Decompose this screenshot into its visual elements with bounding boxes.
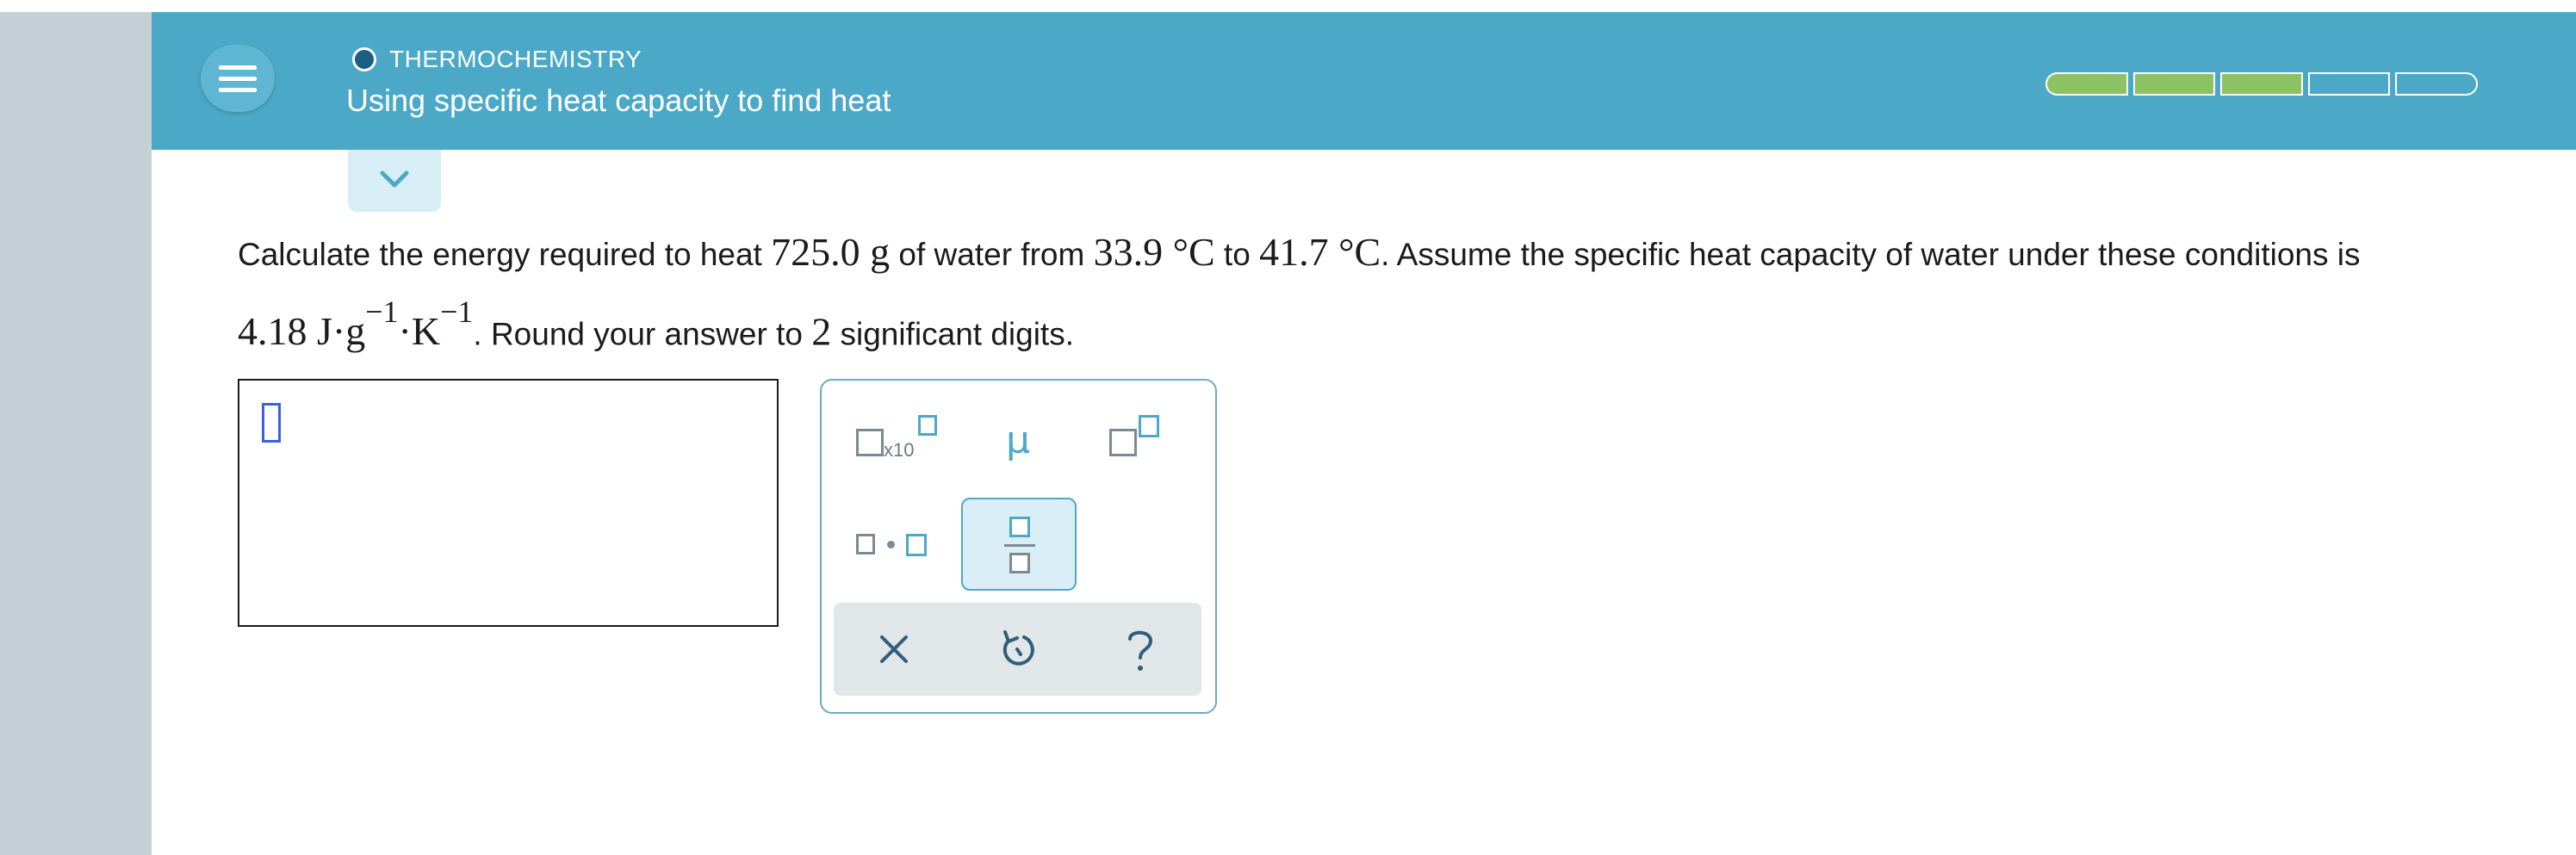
help-button[interactable] [1106,615,1175,684]
fraction-bar-icon [1004,544,1035,547]
topic-label: THERMOCHEMISTRY [389,46,642,72]
topic-status-icon [352,47,376,71]
initial-temperature: 33.9 °C [1093,230,1215,274]
progress-segment [2395,72,2478,96]
hamburger-icon-line [219,88,257,92]
progress-bar [2045,72,2478,96]
specific-heat-value: 4.18 J·g−1·K−1 [238,294,473,354]
numerator-box-icon [1009,517,1030,537]
specific-heat-number: 4.18 J·g [238,309,366,354]
mu-icon: μ [1006,418,1030,462]
question-text-part: significant digits. [831,316,1074,352]
scientific-notation-button[interactable]: x10 [834,396,949,489]
exponent-box-icon [1139,415,1159,437]
fraction-button[interactable] [961,498,1077,591]
exponent: −1 [440,294,474,329]
multiply-button[interactable] [834,498,949,591]
question-text: Calculate the energy required to heat 72… [238,220,2529,367]
dot-icon [887,541,895,548]
undo-icon [1002,630,1034,666]
progress-segment [2307,72,2391,96]
question-text-part: . Round your answer to [473,316,812,352]
superscript-button[interactable] [1085,396,1201,489]
page-title: Using specific heat capacity to find hea… [346,83,891,118]
exponent: −1 [365,294,399,329]
sigfig-count: 2 [811,309,832,354]
chevron-down-icon [380,170,409,188]
palette-footer [834,603,1201,696]
clear-button[interactable] [860,615,928,684]
base-box-icon [856,429,884,456]
math-palette: x10 μ [820,379,1217,714]
question-text-part: of water from [890,237,1094,272]
hamburger-icon-line [219,77,257,81]
question-text-part: Calculate the energy required to heat [238,237,772,272]
left-rail [0,12,152,855]
specific-heat-unit: ·K [398,309,441,354]
final-temperature: 41.7 °C [1259,230,1381,274]
base-box-icon [1109,429,1137,456]
exponent-box-icon [918,415,937,436]
help-icon [1128,630,1153,671]
answer-input[interactable] [238,379,779,627]
question-text-part: to [1214,237,1260,272]
hamburger-icon [219,65,257,70]
progress-segment [2045,72,2128,96]
collapse-header-button[interactable] [348,150,441,212]
micro-symbol-button[interactable]: μ [961,396,1077,489]
x10-label: x10 [884,439,915,461]
left-operand-box-icon [856,534,875,555]
progress-segment [2220,72,2303,96]
input-caret [262,403,281,443]
question-text-part: . Assume the specific heat capacity of w… [1381,237,2361,272]
undo-button[interactable] [983,615,1052,684]
mass-value: 725.0 g [771,230,891,274]
close-icon [880,635,908,663]
menu-button[interactable] [201,45,275,112]
window-top-strip [0,0,2576,12]
denominator-box-icon [1009,553,1030,573]
right-operand-box-icon [906,534,927,556]
progress-segment [2132,72,2216,96]
